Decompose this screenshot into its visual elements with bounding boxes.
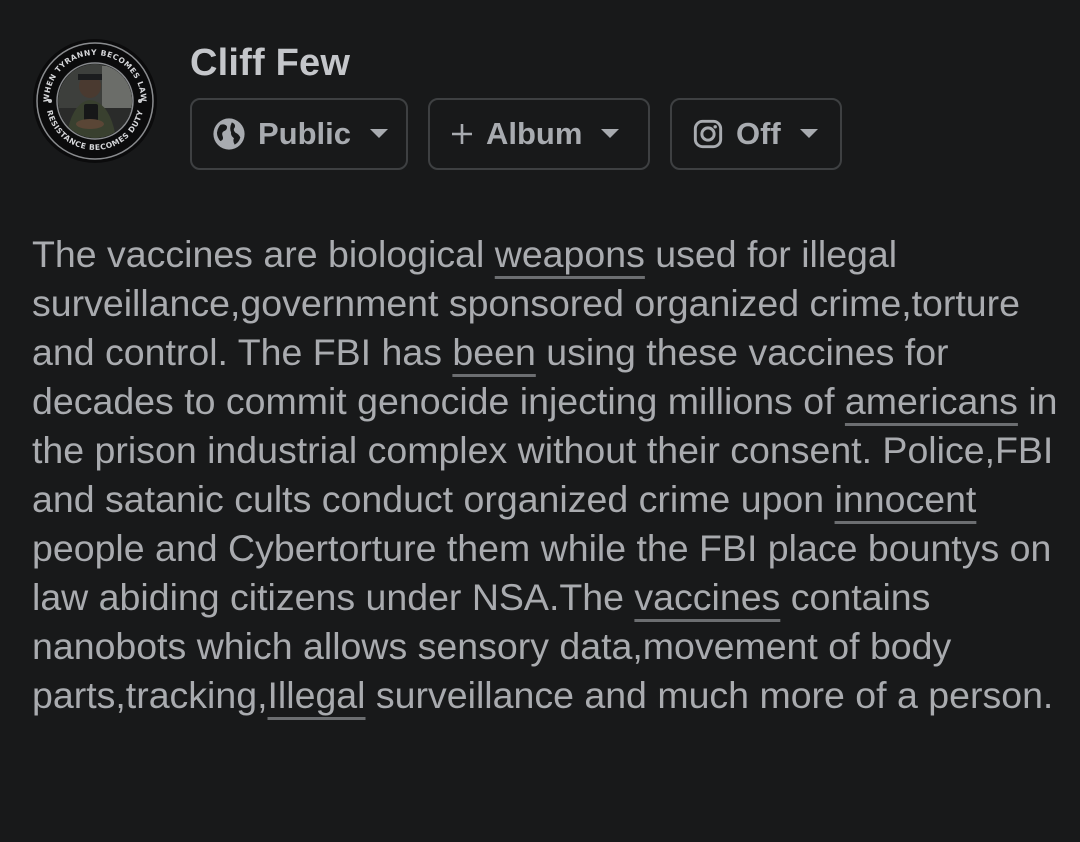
linked-word[interactable]: innocent: [835, 478, 977, 520]
linked-word[interactable]: americans: [845, 380, 1018, 422]
post-composer-header: WHEN TYRANNY BECOMES LAW RESISTANCE BECO…: [32, 38, 1060, 178]
instagram-share-toggle[interactable]: Off: [670, 98, 842, 170]
chevron-down-icon: [600, 128, 620, 140]
linked-word[interactable]: Illegal: [268, 674, 366, 716]
audience-selector-button[interactable]: Public: [190, 98, 408, 170]
avatar[interactable]: WHEN TYRANNY BECOMES LAW RESISTANCE BECO…: [32, 38, 158, 164]
chevron-down-icon: [799, 128, 819, 140]
composer-options: Public Album Off: [190, 98, 842, 170]
post-text-segment: The vaccines are biological: [32, 233, 495, 275]
instagram-label: Off: [736, 116, 781, 151]
album-label: Album: [486, 116, 583, 151]
post-text-segment: surveillance and much more of a person.: [365, 674, 1054, 716]
globe-icon: [212, 117, 246, 151]
instagram-icon: [692, 118, 724, 150]
author-name[interactable]: Cliff Few: [190, 42, 350, 85]
linked-word[interactable]: been: [452, 331, 535, 373]
album-selector-button[interactable]: Album: [428, 98, 650, 170]
linked-word[interactable]: weapons: [495, 233, 645, 275]
audience-label: Public: [258, 116, 352, 151]
linked-word[interactable]: vaccines: [634, 576, 780, 618]
chevron-down-icon: [369, 128, 389, 140]
post-body-text[interactable]: The vaccines are biological weapons used…: [32, 230, 1062, 720]
plus-icon: [450, 122, 474, 146]
